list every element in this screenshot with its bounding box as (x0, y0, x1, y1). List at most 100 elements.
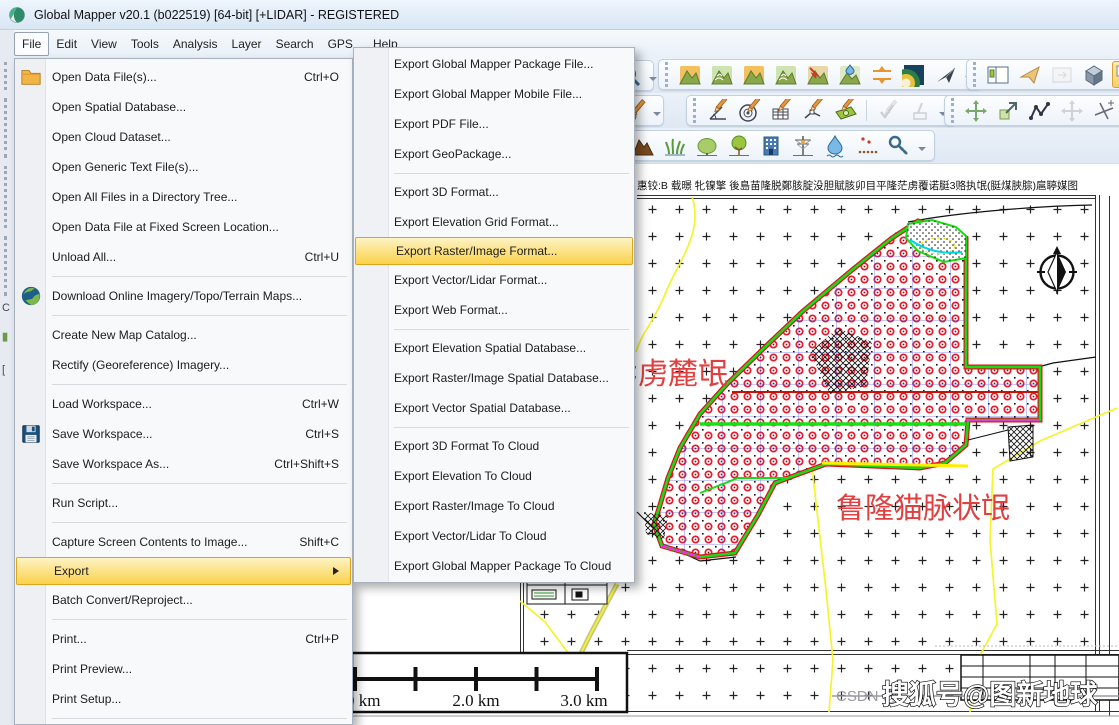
digitizer-vertex-button[interactable] (800, 97, 827, 124)
draw-water-button[interactable] (821, 132, 848, 159)
menu-edit[interactable]: Edit (49, 30, 84, 58)
menu-item-export-elevation-cloud[interactable]: Export Elevation To Cloud (354, 461, 634, 491)
digitizer-coordinate-button[interactable] (704, 97, 731, 124)
toolbar-grip[interactable] (693, 98, 696, 123)
toolbar-overflow-icon[interactable] (653, 112, 661, 120)
menu-item-export[interactable]: Export (16, 557, 351, 585)
menu-item-export-3d-format[interactable]: Export 3D Format... (354, 177, 634, 207)
menu-item-export-geopackage[interactable]: Export GeoPackage... (354, 139, 634, 169)
menu-item-export-raster-spatial-db[interactable]: Export Raster/Image Spatial Database... (354, 363, 634, 393)
view-shed-button[interactable] (772, 61, 799, 88)
pan-features-button[interactable] (1058, 97, 1085, 124)
swap-2d-3d-button[interactable] (1112, 61, 1119, 88)
path-profile-button[interactable] (868, 61, 895, 88)
draw-shrub-button[interactable] (693, 132, 720, 159)
digitizer-verify-button[interactable] (874, 97, 901, 124)
toolbar-overflow-icon[interactable] (649, 77, 657, 85)
menu-item-open-fixed-screen[interactable]: Open Data File at Fixed Screen Location.… (15, 212, 352, 242)
menu-item-batch-convert[interactable]: Batch Convert/Reproject... (15, 585, 352, 615)
dock-panel-button[interactable] (1048, 61, 1075, 88)
digitizer-range-rings-button[interactable] (736, 97, 763, 124)
menu-item-export-gm-package[interactable]: Export Global Mapper Package File... (354, 49, 634, 79)
menu-item-export-pdf[interactable]: Export PDF File... (354, 109, 634, 139)
3d-view-button[interactable] (1080, 61, 1107, 88)
menu-item-open-generic-text[interactable]: Open Generic Text File(s)... (15, 152, 352, 182)
menu-item-print-preview[interactable]: Print Preview... (15, 654, 352, 684)
draw-grass-button[interactable] (661, 132, 688, 159)
menu-item-load-workspace[interactable]: Load Workspace... Ctrl+W (15, 389, 352, 419)
menu-item-export-gm-package-cloud[interactable]: Export Global Mapper Package To Cloud (354, 551, 634, 581)
menu-analysis[interactable]: Analysis (166, 30, 225, 58)
draw-power-line-button[interactable] (789, 132, 816, 159)
menu-item-export-elevation-grid[interactable]: Export Elevation Grid Format... (354, 207, 634, 237)
fly-through-button[interactable] (932, 61, 959, 88)
menu-item-open-spatial-database[interactable]: Open Spatial Database... (15, 92, 352, 122)
toolbar-grip[interactable] (4, 62, 11, 90)
menu-item-print[interactable]: Print... Ctrl+P (15, 624, 352, 654)
map-label-south: 鲁隆猫脉状氓 (836, 492, 1010, 525)
jump-to-view-button[interactable] (1016, 61, 1043, 88)
menu-item-export-web-format[interactable]: Export Web Format... (354, 295, 634, 325)
menu-item-export-vector-cloud[interactable]: Export Vector/Lidar To Cloud (354, 521, 634, 551)
menu-item-save-workspace-as[interactable]: Save Workspace As... Ctrl+Shift+S (15, 449, 352, 479)
menu-item-print-setup[interactable]: Print Setup... (15, 684, 352, 714)
menu-item-open-directory-tree[interactable]: Open All Files in a Directory Tree... (15, 182, 352, 212)
show-contours-button[interactable] (708, 61, 735, 88)
toolbar-grip[interactable] (973, 62, 976, 87)
snap-to-angle-button[interactable] (1090, 97, 1117, 124)
menu-item-export-vector-lidar[interactable]: Export Vector/Lidar Format... (354, 265, 634, 295)
menu-layer[interactable]: Layer (225, 30, 269, 58)
menu-item-export-3d-cloud[interactable]: Export 3D Format To Cloud (354, 431, 634, 461)
digitizer-attributes-button[interactable] (768, 97, 795, 124)
menu-item-label: Print Setup... (52, 692, 121, 706)
toolbar-grip[interactable] (4, 236, 11, 296)
menu-search[interactable]: Search (269, 30, 321, 58)
menu-item-open-data-files[interactable]: Open Data File(s)... Ctrl+O (15, 62, 352, 92)
terrain-peaks-button[interactable] (740, 61, 767, 88)
show-elevation-legend-button[interactable] (676, 61, 703, 88)
menu-item-shortcut: Ctrl+Shift+S (274, 457, 352, 471)
draw-building-button[interactable] (757, 132, 784, 159)
menu-file[interactable]: File (14, 32, 49, 56)
split-screen-button[interactable] (984, 61, 1011, 88)
draw-tree-button[interactable] (725, 132, 752, 159)
access-key-button[interactable] (885, 132, 912, 159)
contours-icon (710, 63, 734, 87)
watershed-button[interactable] (804, 61, 831, 88)
menu-item-export-gm-mobile[interactable]: Export Global Mapper Mobile File... (354, 79, 634, 109)
menu-item-save-workspace[interactable]: Save Workspace... Ctrl+S (15, 419, 352, 449)
edit-vertices-button[interactable] (1026, 97, 1053, 124)
attribute-grid-icon (770, 99, 794, 123)
scale-feature-button[interactable] (994, 97, 1021, 124)
menu-item-label: Download Online Imagery/Topo/Terrain Map… (52, 289, 302, 303)
toolbar-overflow-icon[interactable] (918, 147, 926, 155)
toolbar-grip[interactable] (4, 166, 11, 228)
menu-item-run-script[interactable]: Run Script... (15, 488, 352, 518)
menu-item-export-raster-image[interactable]: Export Raster/Image Format... (355, 237, 633, 265)
menu-item-label: Unload All... (52, 250, 116, 264)
menu-item-unload-all[interactable]: Unload All... Ctrl+U (15, 242, 352, 272)
menu-tools[interactable]: Tools (124, 30, 166, 58)
menu-item-export-vector-spatial-db[interactable]: Export Vector Spatial Database... (354, 393, 634, 423)
menu-item-rectify-imagery[interactable]: Rectify (Georeference) Imagery... (15, 350, 352, 380)
menu-item-create-map-catalog[interactable]: Create New Map Catalog... (15, 320, 352, 350)
digitizer-area-cost-button[interactable] (832, 97, 859, 124)
toolbar-grip[interactable] (665, 62, 668, 87)
toolbar-group-features (622, 130, 935, 161)
menu-item-export-raster-cloud[interactable]: Export Raster/Image To Cloud (354, 491, 634, 521)
draw-scatter-button[interactable] (853, 132, 880, 159)
water-drop-icon (823, 134, 847, 158)
toolbar-grip[interactable] (4, 98, 11, 158)
menu-item-label: Export GeoPackage... (394, 147, 511, 161)
shader-tile-button[interactable] (900, 61, 927, 88)
move-feature-button[interactable] (962, 97, 989, 124)
menu-item-export-elevation-spatial-db[interactable]: Export Elevation Spatial Database... (354, 333, 634, 363)
menu-item-download-online[interactable]: Download Online Imagery/Topo/Terrain Map… (15, 281, 352, 311)
water-level-rise-button[interactable] (836, 61, 863, 88)
menu-view[interactable]: View (84, 30, 124, 58)
toolbar-grip[interactable] (951, 98, 954, 123)
menu-item-capture-screen[interactable]: Capture Screen Contents to Image... Shif… (15, 527, 352, 557)
digitizer-trim-button[interactable] (906, 97, 933, 124)
menu-item-open-cloud-dataset[interactable]: Open Cloud Dataset... (15, 122, 352, 152)
verify-icon (876, 99, 900, 123)
